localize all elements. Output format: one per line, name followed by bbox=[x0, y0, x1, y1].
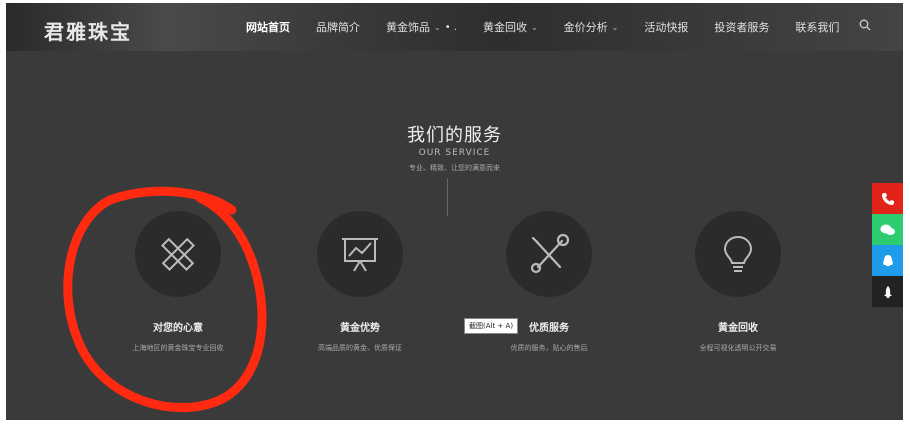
wechat-button[interactable] bbox=[872, 214, 903, 245]
screenshot-tooltip: 截图(Alt + A) bbox=[464, 318, 519, 334]
service-title: 黄金优势 bbox=[340, 323, 380, 334]
service-title: 对您的心意 bbox=[153, 323, 203, 334]
nav-item-investor[interactable]: 投资者服务 bbox=[714, 19, 769, 35]
chevron-down-icon: ⌄ bbox=[611, 22, 619, 32]
service-title: 黄金回收 bbox=[718, 323, 758, 334]
service-icon-circle bbox=[695, 211, 781, 297]
site-logo[interactable]: 君雅珠宝 bbox=[44, 16, 132, 45]
pencil-ruler-icon bbox=[161, 237, 195, 271]
service-item[interactable]: 黄金优势 高端品质的黄金、优质保证 bbox=[270, 211, 450, 353]
qq-button[interactable] bbox=[872, 245, 903, 276]
rocket-top-icon bbox=[883, 285, 892, 298]
phone-button[interactable] bbox=[872, 183, 903, 214]
nav-label: 黄金回收 bbox=[482, 21, 527, 34]
tools-icon bbox=[530, 233, 570, 274]
nav-item-recycle[interactable]: 黄金回收 ⌄ bbox=[483, 19, 538, 35]
qq-icon bbox=[882, 254, 893, 266]
dots-decoration: • . bbox=[444, 21, 457, 33]
nav-item-home[interactable]: 网站首页 bbox=[246, 19, 290, 35]
wechat-icon bbox=[880, 224, 895, 235]
search-icon[interactable] bbox=[859, 19, 871, 31]
phone-icon bbox=[881, 192, 894, 205]
top-header: 君雅珠宝 网站首页 品牌简介 黄金饰品 ⌄ • . 黄金回收 ⌄ 金价分析 ⌄ 活动快报… bbox=[6, 3, 903, 51]
chevron-down-icon: ⌄ bbox=[530, 22, 538, 32]
main-nav: 网站首页 品牌简介 黄金饰品 ⌄ • . 黄金回收 ⌄ 金价分析 ⌄ 活动快报 投资者服… bbox=[246, 3, 865, 51]
nav-item-contact[interactable]: 联系我们 bbox=[795, 19, 839, 35]
nav-label: 金价分析 bbox=[563, 21, 608, 34]
side-toolbar bbox=[872, 183, 903, 307]
service-description: 上海地区的黄金珠宝专业回收 bbox=[132, 344, 224, 352]
nav-label: 品牌简介 bbox=[316, 21, 360, 34]
nav-item-news[interactable]: 活动快报 bbox=[644, 19, 688, 35]
lightbulb-icon bbox=[723, 235, 753, 272]
service-icon-circle bbox=[317, 211, 403, 297]
presentation-chart-icon bbox=[342, 238, 378, 272]
nav-item-jewelry[interactable]: 黄金饰品 ⌄ • . bbox=[386, 19, 457, 35]
service-description: 全程可视化透明公开交易 bbox=[699, 344, 777, 352]
nav-item-brand[interactable]: 品牌简介 bbox=[316, 19, 360, 35]
nav-label: 活动快报 bbox=[644, 21, 689, 34]
service-description: 优质的服务，贴心的售后 bbox=[510, 344, 588, 352]
back-to-top-button[interactable] bbox=[872, 276, 903, 307]
service-item[interactable]: 对您的心意 上海地区的黄金珠宝专业回收 bbox=[88, 211, 268, 353]
service-icon-circle bbox=[506, 211, 592, 297]
nav-label: 联系我们 bbox=[795, 21, 840, 34]
nav-label: 黄金饰品 bbox=[386, 21, 430, 34]
service-description: 高端品质的黄金、优质保证 bbox=[318, 344, 402, 352]
chevron-down-icon: ⌄ bbox=[434, 22, 441, 32]
nav-label: 投资者服务 bbox=[714, 21, 770, 34]
nav-label: 网站首页 bbox=[246, 21, 290, 34]
page-frame: 君雅珠宝 网站首页 品牌简介 黄金饰品 ⌄ • . 黄金回收 ⌄ 金价分析 ⌄ 活动快报… bbox=[6, 3, 903, 420]
service-icon-circle bbox=[135, 211, 221, 297]
service-item[interactable]: 黄金回收 全程可视化透明公开交易 bbox=[648, 211, 828, 353]
nav-item-price[interactable]: 金价分析 ⌄ bbox=[564, 19, 619, 35]
section-title: 我们的服务 bbox=[407, 125, 502, 146]
section-description: 专业、精致、让您的满意而来 bbox=[409, 164, 500, 172]
section-subtitle: OUR SERVICE bbox=[418, 148, 491, 158]
